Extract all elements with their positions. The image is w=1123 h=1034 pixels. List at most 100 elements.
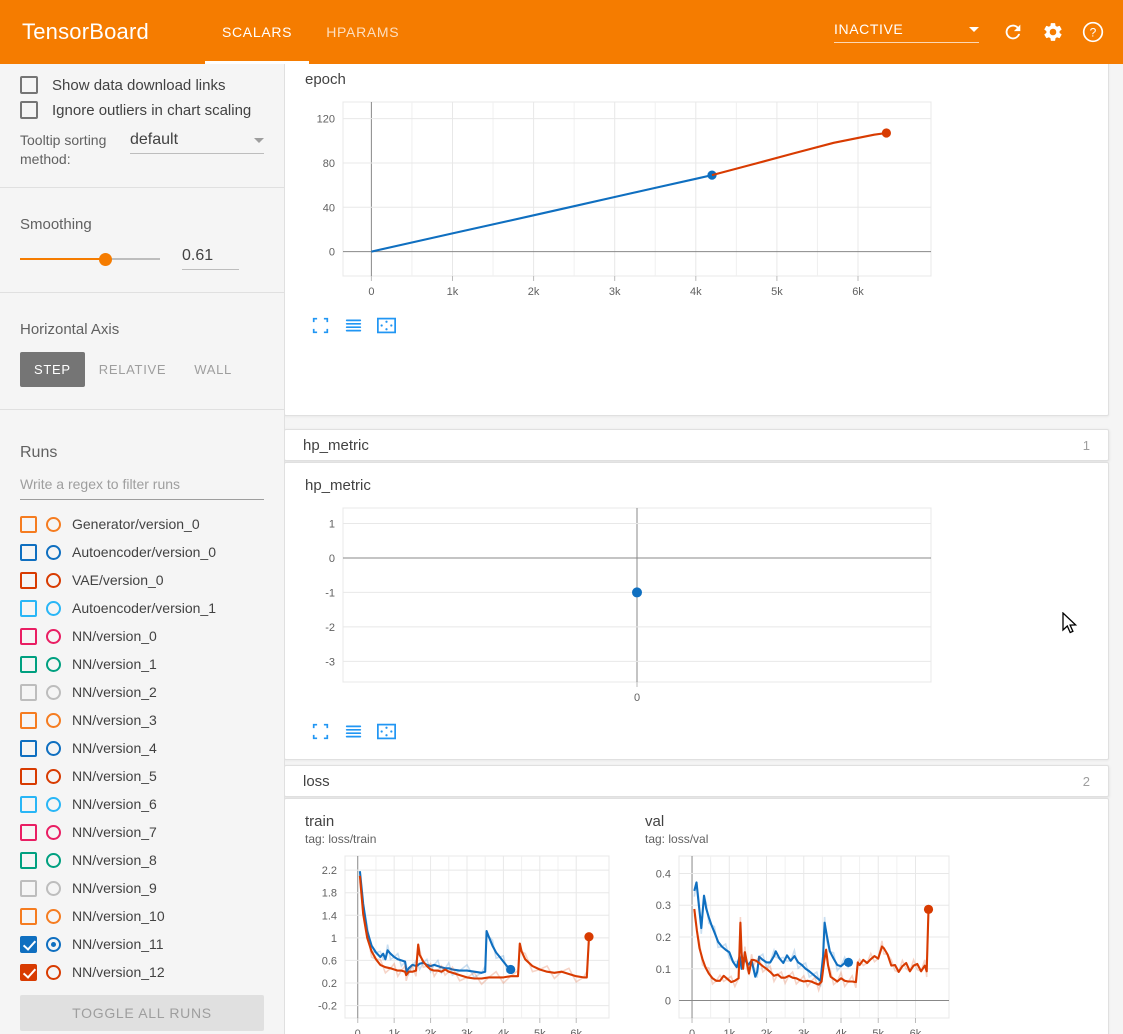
run-item-autoencoder-version_1[interactable]: Autoencoder/version_1 [20,594,264,622]
run-label: NN/version_10 [72,908,165,924]
checkbox-ignore-outliers[interactable]: Ignore outliers in chart scaling [20,101,264,119]
run-radio-icon[interactable] [46,544,61,560]
run-radio-icon[interactable] [46,600,61,616]
run-checkbox-icon[interactable] [20,907,37,925]
run-checkbox-icon[interactable] [20,711,37,729]
help-icon[interactable]: ? [1073,12,1113,52]
run-label: NN/version_9 [72,880,157,896]
run-label: NN/version_12 [72,964,165,980]
run-label: NN/version_4 [72,740,157,756]
run-label: NN/version_8 [72,852,157,868]
svg-text:-3: -3 [325,656,335,668]
run-item-nn-version_5[interactable]: NN/version_5 [20,762,264,790]
run-item-nn-version_2[interactable]: NN/version_2 [20,678,264,706]
tab-hparams[interactable]: HPARAMS [309,0,416,64]
category-header-loss[interactable]: loss 2 [285,765,1109,797]
run-radio-icon[interactable] [46,852,61,868]
run-radio-icon[interactable] [46,684,61,700]
run-radio-icon[interactable] [46,936,61,952]
run-radio-icon[interactable] [46,516,61,532]
plot-train[interactable]: 0 1k 2k 3k 4k 5k 6k 2.2 1.8 1.4 1 0.6 0.2 -0.2 [291,846,625,1034]
run-radio-icon[interactable] [46,908,61,924]
run-radio-icon[interactable] [46,880,61,896]
run-item-autoencoder-version_0[interactable]: Autoencoder/version_0 [20,538,264,566]
run-item-generator-version_0[interactable]: Generator/version_0 [20,510,264,538]
svg-text:1k: 1k [723,1028,735,1034]
run-item-nn-version_12[interactable]: NN/version_12 [20,958,264,986]
run-checkbox-icon[interactable] [20,851,37,869]
axis-option-step[interactable]: STEP [20,352,85,387]
run-checkbox-icon[interactable] [20,683,37,701]
run-checkbox-icon[interactable] [20,571,37,589]
smoothing-slider[interactable] [20,250,160,268]
run-radio-icon[interactable] [46,740,61,756]
run-item-nn-version_7[interactable]: NN/version_7 [20,818,264,846]
run-item-nn-version_3[interactable]: NN/version_3 [20,706,264,734]
run-item-nn-version_9[interactable]: NN/version_9 [20,874,264,902]
run-label: NN/version_5 [72,768,157,784]
charts-area: epoch 0 1k 2k 3k 4k 5k 6k 0 40 80 120 hp_metric 1 … [285,64,1123,1034]
run-checkbox-icon[interactable] [20,599,37,617]
run-status-dropdown[interactable]: INACTIVE [834,21,979,43]
run-item-nn-version_11[interactable]: NN/version_11 [20,930,264,958]
run-checkbox-icon[interactable] [20,515,37,533]
run-item-nn-version_10[interactable]: NN/version_10 [20,902,264,930]
run-radio-icon[interactable] [46,712,61,728]
run-checkbox-icon[interactable] [20,795,37,813]
run-radio-icon[interactable] [46,796,61,812]
fit-domain-icon[interactable] [376,721,396,741]
run-label: NN/version_7 [72,824,157,840]
run-item-nn-version_6[interactable]: NN/version_6 [20,790,264,818]
run-label: VAE/version_0 [72,572,164,588]
toggle-all-runs-button[interactable]: TOGGLE ALL RUNS [20,995,264,1031]
run-radio-icon[interactable] [46,964,61,980]
run-checkbox-icon[interactable] [20,823,37,841]
refresh-icon[interactable] [993,12,1033,52]
run-checkbox-icon[interactable] [20,543,37,561]
run-checkbox-icon[interactable] [20,767,37,785]
run-radio-icon[interactable] [46,824,61,840]
run-checkbox-icon[interactable] [20,655,37,673]
run-item-vae-version_0[interactable]: VAE/version_0 [20,566,264,594]
fit-domain-icon[interactable] [376,315,396,335]
plot-epoch[interactable]: 0 1k 2k 3k 4k 5k 6k 0 40 80 120 [291,88,1108,311]
plot-hp-metric[interactable]: 0 1 0 -1 -2 -3 [291,494,1108,717]
checkbox-show-download-links[interactable]: Show data download links [20,76,264,94]
chevron-down-icon [969,26,979,32]
axis-option-wall[interactable]: WALL [180,352,246,387]
run-item-nn-version_4[interactable]: NN/version_4 [20,734,264,762]
svg-text:0: 0 [329,553,335,565]
slider-thumb[interactable] [99,252,113,266]
svg-text:2k: 2k [425,1028,437,1034]
run-item-nn-version_1[interactable]: NN/version_1 [20,650,264,678]
expand-icon[interactable] [310,721,330,741]
run-checkbox-icon[interactable] [20,963,37,981]
category-header-hp-metric[interactable]: hp_metric 1 [285,429,1109,461]
gear-icon[interactable] [1033,12,1073,52]
svg-text:6k: 6k [570,1028,582,1034]
svg-text:0.6: 0.6 [322,955,337,967]
data-table-icon[interactable] [343,315,363,335]
tooltip-sorting-dropdown[interactable]: default [130,131,264,154]
axis-option-relative[interactable]: RELATIVE [85,352,181,387]
run-item-nn-version_8[interactable]: NN/version_8 [20,846,264,874]
run-checkbox-icon[interactable] [20,627,37,645]
run-status-value: INACTIVE [834,21,904,37]
run-radio-icon[interactable] [46,656,61,672]
run-checkbox-icon[interactable] [20,879,37,897]
plot-val[interactable]: 0 1k 2k 3k 4k 5k 6k 0.4 0.3 0.2 0.1 0 [631,846,965,1034]
smoothing-value-input[interactable]: 0.61 [182,247,239,270]
run-label: NN/version_11 [72,936,164,952]
run-radio-icon[interactable] [46,768,61,784]
run-checkbox-icon[interactable] [20,739,37,757]
run-label: Generator/version_0 [72,516,200,532]
tab-scalars[interactable]: SCALARS [204,0,310,64]
run-label: NN/version_1 [72,656,157,672]
run-item-nn-version_0[interactable]: NN/version_0 [20,622,264,650]
run-radio-icon[interactable] [46,572,61,588]
runs-filter-input[interactable]: Write a regex to filter runs [20,472,264,500]
data-table-icon[interactable] [343,721,363,741]
expand-icon[interactable] [310,315,330,335]
run-checkbox-icon[interactable] [20,935,37,953]
run-radio-icon[interactable] [46,628,61,644]
